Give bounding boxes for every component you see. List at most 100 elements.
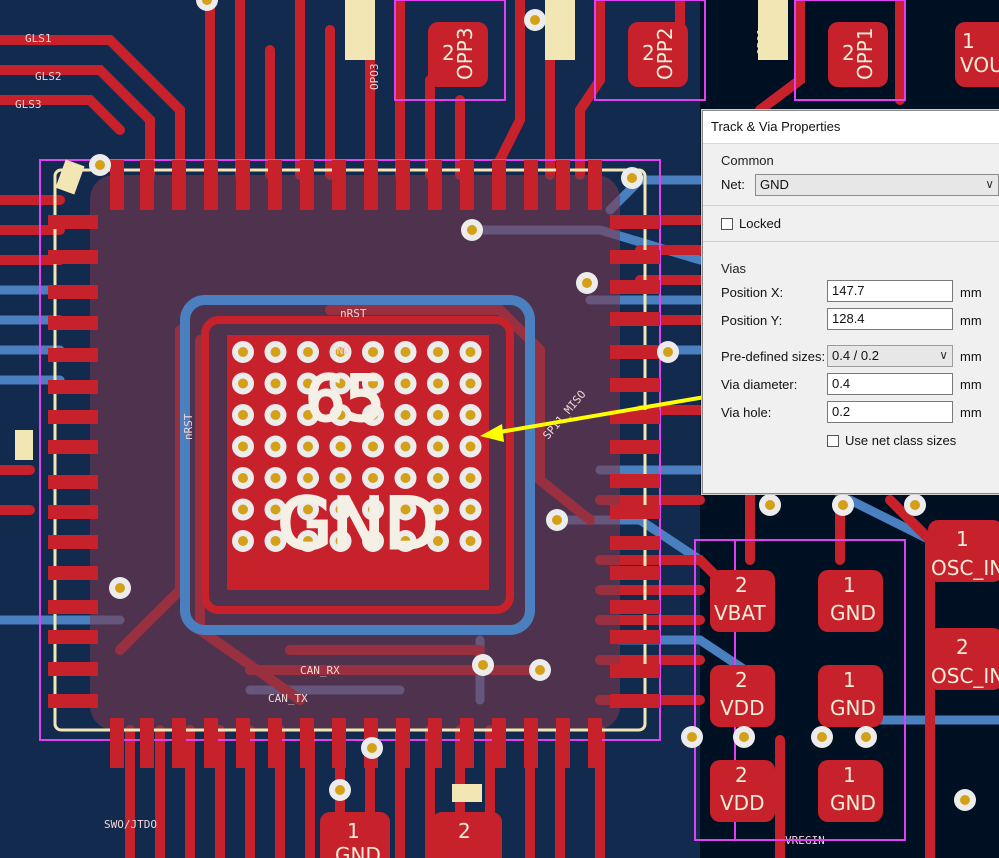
via-hole [663, 347, 673, 357]
thermal-pad-number: 65 [306, 362, 385, 435]
via-diameter-unit: mm [960, 377, 982, 392]
vias-group-label: Vias [721, 261, 747, 276]
via-hole-input[interactable]: 0.2 [827, 401, 953, 423]
via-hole [433, 410, 443, 420]
svg-text:1: 1 [347, 819, 360, 843]
via-hole [400, 378, 411, 389]
divider [703, 205, 999, 206]
svg-text:1: 1 [956, 527, 969, 551]
via-hole [465, 473, 476, 483]
chevron-down-icon[interactable]: ∨ [985, 177, 994, 191]
via-hole [478, 660, 488, 670]
svg-text:1: 1 [962, 29, 975, 53]
via-hole [335, 785, 345, 795]
via-hole [530, 15, 540, 25]
via-hole [465, 347, 476, 357]
svg-text:GND: GND [830, 791, 876, 815]
via-diameter-input[interactable]: 0.4 [827, 373, 953, 395]
predefined-sizes-select[interactable]: 0.4 / 0.2 ∨ [827, 345, 953, 367]
via-hole [433, 441, 443, 452]
via-hole [817, 732, 827, 742]
via-hole [270, 441, 281, 452]
svg-text:OPP1: OPP1 [853, 27, 877, 80]
svg-text:2: 2 [458, 819, 471, 843]
via-hole [627, 173, 637, 183]
via-hole [465, 536, 476, 546]
via-hole [960, 795, 970, 805]
via-hole [368, 441, 378, 452]
svg-text:2: 2 [735, 668, 748, 692]
position-x-unit: mm [960, 285, 982, 300]
svg-text:OPP3: OPP3 [453, 27, 477, 80]
via-hole [465, 504, 476, 515]
svg-text:GND: GND [830, 601, 876, 625]
via-hole [270, 473, 281, 483]
use-net-class-sizes-checkbox[interactable] [827, 435, 839, 447]
via-hole [115, 583, 125, 593]
net-label-gls1: GLS1 [25, 32, 52, 45]
thermal-pad-net: GND [278, 483, 439, 565]
svg-text:VOUT: VOUT [960, 53, 999, 77]
via-hole [238, 473, 248, 483]
via-hole [535, 665, 545, 675]
via-hole [368, 347, 378, 357]
via-hole [368, 473, 378, 483]
via-hole [270, 378, 281, 389]
common-group-label: Common [721, 153, 774, 168]
svg-text:2: 2 [956, 635, 969, 659]
net-select-value: GND [760, 177, 789, 192]
via-hole [238, 441, 248, 452]
via-hole [335, 441, 346, 452]
net-label-nrst-left: nRST [182, 413, 195, 440]
via-hole [400, 473, 411, 483]
svg-text:VDD: VDD [720, 696, 764, 720]
via-hole [433, 378, 443, 389]
via-hole-unit: mm [960, 405, 982, 420]
via-hole [238, 410, 248, 420]
position-y-unit: mm [960, 313, 982, 328]
via-hole [367, 743, 377, 753]
net-label-can-tx: CAN_TX [268, 692, 308, 705]
svg-text:GND: GND [335, 843, 381, 858]
locked-label: Locked [739, 216, 781, 231]
via-hole [238, 347, 248, 357]
via-hole [303, 347, 313, 357]
via-hole [238, 504, 248, 515]
dialog-title[interactable]: Track & Via Properties [703, 111, 999, 144]
via-hole [400, 410, 411, 420]
chevron-down-icon[interactable]: ∨ [939, 348, 948, 362]
svg-text:2: 2 [735, 763, 748, 787]
net-select[interactable]: GND ∨ [755, 174, 999, 196]
svg-text:1: 1 [843, 668, 856, 692]
predefined-sizes-unit: mm [960, 349, 982, 364]
via-hole [95, 160, 105, 170]
via-hole [838, 500, 848, 510]
gnd-small-label: GND [330, 344, 350, 357]
net-label-gls2: GLS2 [35, 70, 62, 83]
locked-checkbox[interactable] [721, 218, 733, 230]
via-hole [552, 515, 562, 525]
via-hole-label: Via hole: [721, 405, 772, 420]
net-label-gls3: GLS3 [15, 98, 42, 111]
net-label-nrst-top: nRST [340, 307, 367, 320]
position-x-label: Position X: [721, 285, 784, 300]
via-hole [861, 732, 871, 742]
via-hole [582, 278, 592, 288]
position-x-input[interactable]: 147.7 [827, 280, 953, 302]
predefined-sizes-value: 0.4 / 0.2 [832, 348, 879, 363]
track-via-properties-dialog[interactable]: Track & Via Properties Common Net: GND ∨… [702, 110, 999, 494]
via-hole [765, 500, 775, 510]
via-hole [238, 378, 248, 389]
via-hole [467, 225, 477, 235]
predefined-sizes-label: Pre-defined sizes: [721, 349, 826, 364]
via-hole [303, 441, 313, 452]
via-hole [238, 536, 248, 546]
svg-text:1: 1 [843, 763, 856, 787]
via-hole [433, 347, 443, 357]
net-label-opo3: OPO3 [368, 64, 381, 91]
position-y-input[interactable]: 128.4 [827, 308, 953, 330]
use-net-class-sizes-label: Use net class sizes [845, 433, 957, 448]
via-hole [303, 473, 313, 483]
svg-text:VBAT: VBAT [714, 601, 767, 625]
via-hole [400, 441, 411, 452]
